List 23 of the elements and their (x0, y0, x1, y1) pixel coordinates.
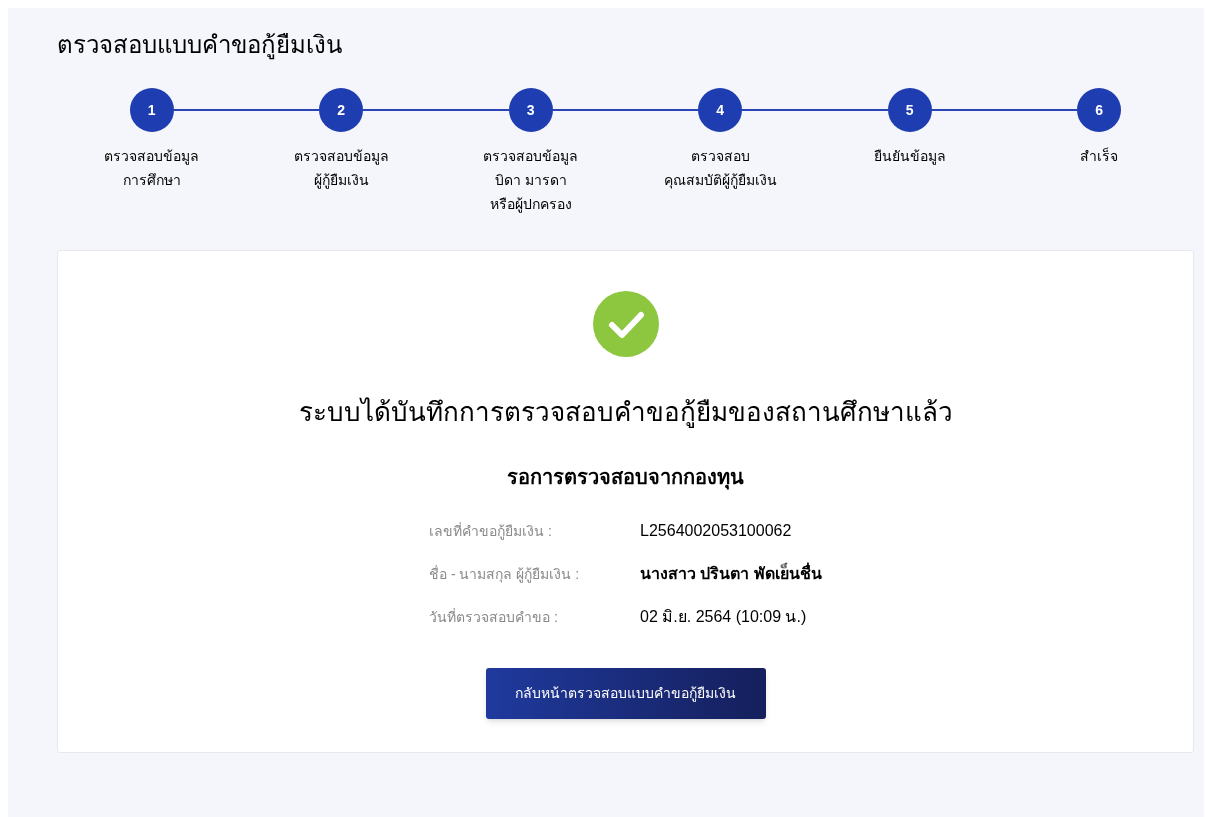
step-label: สำเร็จ (1080, 146, 1119, 166)
step-number: 1 (129, 88, 174, 132)
detail-label: วันที่ตรวจสอบคำขอ : (429, 607, 559, 627)
step-number: 4 (698, 88, 743, 132)
detail-value: 02 มิ.ย. 2564 (10:09 น.) (640, 607, 807, 627)
page-title: ตรวจสอบแบบคำขอกู้ยืมเงิน (57, 30, 343, 60)
detail-value: นางสาว ปรินตา พัดเย็นชื่น (640, 562, 822, 586)
step-label: ตรวจสอบข้อมูล การศึกษา (104, 147, 200, 190)
result-subheading: รอการตรวจสอบจากกองทุน (507, 465, 744, 492)
step-label: ยืนยันข้อมูล (873, 147, 946, 167)
step-number: 5 (887, 88, 932, 132)
back-button[interactable]: กลับหน้าตรวจสอบแบบคำขอกู้ยืมเงิน (485, 668, 766, 719)
step-number: 6 (1077, 88, 1122, 132)
check-icon (592, 291, 659, 357)
step-label: ตรวจสอบ คุณสมบัติผู้กู้ยืมเงิน (663, 147, 777, 191)
step-number: 2 (319, 88, 364, 132)
result-heading: ระบบได้บันทึกการตรวจสอบคำขอกู้ยืมของสถานศึกษาแล้ว (298, 396, 953, 430)
detail-label: ชื่อ - นามสกุล ผู้กู้ยืมเงิน : (429, 564, 581, 585)
step-label: ตรวจสอบข้อมูล บิดา มารดา หรือผู้ปกครอง (483, 147, 579, 215)
step-label: ตรวจสอบข้อมูล ผู้กู้ยืมเงิน (293, 147, 389, 191)
detail-label: เลขที่คำขอกู้ยืมเงิน : (429, 521, 553, 542)
step-number: 3 (508, 88, 553, 132)
detail-value: L2564002053100062 (640, 521, 792, 541)
